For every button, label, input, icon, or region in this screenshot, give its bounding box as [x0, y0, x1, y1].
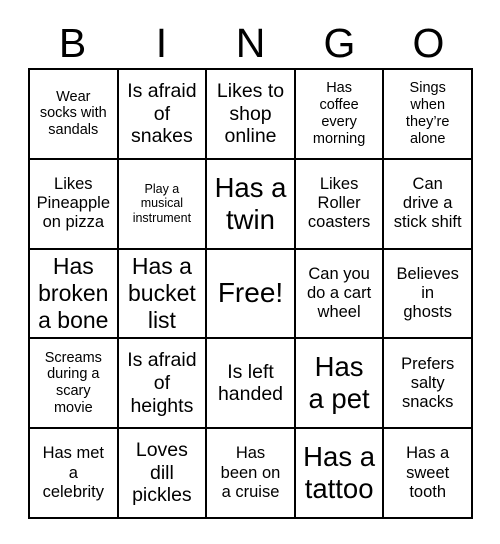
bingo-cell-label: Wear socks with sandals	[39, 88, 107, 139]
bingo-cell-label: Can drive a stick shift	[393, 175, 462, 232]
bingo-cell-label: Is left handed	[217, 360, 284, 406]
bingo-cell[interactable]: Has been on a cruise	[207, 429, 296, 519]
bingo-cell[interactable]: Has a tattoo	[295, 429, 385, 519]
bingo-cell-label: Has met a celebrity	[42, 444, 105, 501]
bingo-cell-label: Prefers salty snacks	[401, 354, 455, 411]
bingo-cell[interactable]: Is afraid of snakes	[118, 70, 208, 160]
bingo-cell[interactable]: Has broken a bone	[30, 249, 119, 340]
bingo-cell-label: Has a bucket list	[128, 253, 196, 333]
bingo-cell-label: Has a twin	[214, 171, 287, 235]
bingo-cell-label: Is afraid of snakes	[127, 79, 197, 148]
bingo-cell[interactable]: Likes Roller coasters	[295, 159, 385, 250]
bingo-cell-label: Has broken a bone	[38, 253, 109, 333]
header-letter-i: I	[155, 19, 168, 66]
bingo-card: B I N G O Wear socks with sandals Is afra…	[0, 0, 500, 544]
bingo-cell-label: Has been on a cruise	[220, 444, 281, 501]
bingo-header-row: B I N G O	[28, 18, 473, 68]
bingo-cell[interactable]: Can you do a cart wheel	[295, 249, 385, 340]
bingo-grid: Wear socks with sandals Is afraid of snak…	[28, 68, 473, 519]
bingo-cell[interactable]: Likes Pineapple on pizza	[30, 159, 119, 250]
bingo-cell-label: Has a pet	[308, 351, 370, 415]
bingo-cell[interactable]: Believes in ghosts	[384, 249, 473, 340]
header-letter-o: O	[412, 19, 445, 66]
bingo-cell[interactable]: Likes to shop online	[207, 70, 296, 160]
bingo-cell[interactable]: Screams during a scary movie	[30, 339, 119, 430]
bingo-cell-label: Screams during a scary movie	[44, 349, 102, 417]
bingo-cell[interactable]: Prefers salty snacks	[384, 339, 473, 430]
bingo-cell-label: Can you do a cart wheel	[306, 264, 372, 322]
bingo-cell-label: Likes Roller coasters	[307, 175, 371, 232]
bingo-cell[interactable]: Is afraid of heights	[118, 339, 208, 430]
bingo-cell[interactable]: Has a sweet tooth	[384, 429, 473, 519]
bingo-cell-label: Play a musical instrument	[132, 181, 192, 225]
bingo-cell-label: Has a tattoo	[303, 441, 376, 505]
bingo-cell[interactable]: Has a bucket list	[118, 249, 208, 340]
bingo-cell-label: Loves dill pickles	[132, 439, 192, 507]
bingo-cell[interactable]: Has coffee every morning	[295, 70, 385, 160]
bingo-cell-label: Free!	[217, 277, 284, 309]
bingo-cell[interactable]: Has a pet	[295, 339, 385, 430]
header-letter-n: N	[235, 19, 266, 66]
bingo-cell-label: Is afraid of heights	[127, 349, 197, 417]
bingo-cell-label: Sings when they’re alone	[405, 80, 450, 147]
bingo-cell-label: Believes in ghosts	[396, 264, 459, 322]
header-letter-g: G	[323, 19, 356, 66]
bingo-cell[interactable]: Has met a celebrity	[30, 429, 119, 519]
bingo-cell-free-space[interactable]: Free!	[207, 249, 296, 340]
bingo-cell[interactable]: Is left handed	[207, 339, 296, 430]
bingo-cell[interactable]: Sings when they’re alone	[384, 70, 473, 160]
bingo-cell[interactable]: Wear socks with sandals	[30, 70, 119, 160]
bingo-cell[interactable]: Play a musical instrument	[118, 159, 208, 250]
bingo-cell-label: Likes to shop online	[216, 79, 285, 148]
bingo-cell-label: Has a sweet tooth	[406, 444, 450, 501]
header-letter-b: B	[58, 19, 87, 66]
bingo-cell-label: Likes Pineapple on pizza	[36, 175, 110, 232]
bingo-cell[interactable]: Has a twin	[207, 159, 296, 250]
bingo-cell[interactable]: Loves dill pickles	[118, 429, 208, 519]
bingo-cell[interactable]: Can drive a stick shift	[384, 159, 473, 250]
bingo-cell-label: Has coffee every morning	[312, 80, 366, 147]
